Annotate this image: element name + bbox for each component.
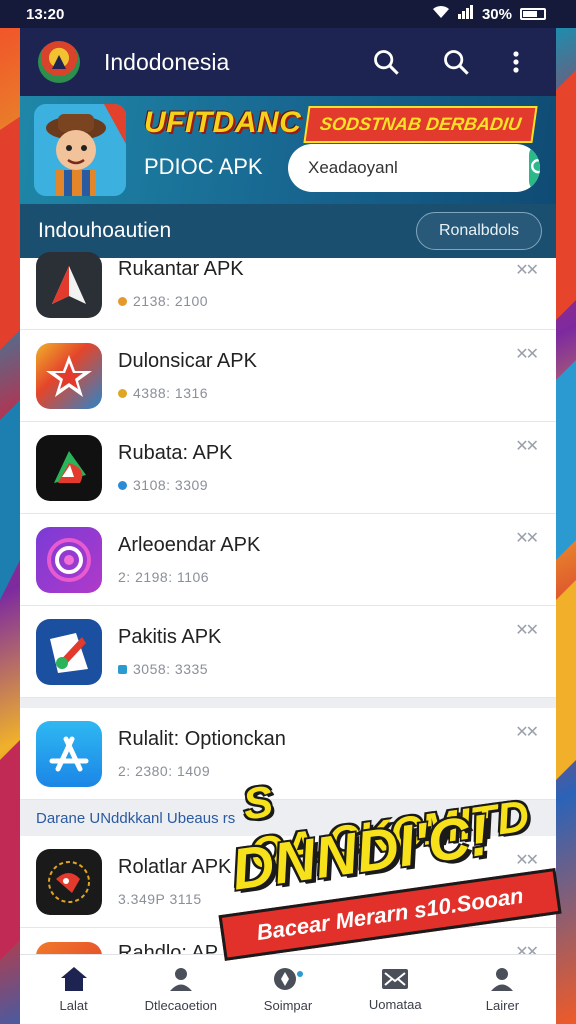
section-title: Indouhoautien [38,219,172,242]
banner-tag: SODSTNAB DERBADIU [303,106,538,143]
app-store-icon [36,720,102,787]
app-icon [36,526,102,593]
app-name: Dulonsicar APK [118,350,257,372]
status-time: 13:20 [26,5,65,23]
app-meta: 2: 2198: 1106 [118,569,210,585]
list-item[interactable]: Arleoendar APK 2: 2198: 1106 ✕✕ [20,514,556,606]
meta-dot [118,480,127,490]
wifi-icon [432,5,450,23]
meta-dot [118,388,127,398]
search-button[interactable] [529,144,540,192]
list-item[interactable]: Dulonsicar APK 4388: 1316 ✕✕ [20,330,556,422]
search-icon [531,159,540,174]
app-name: Pakitis APK [118,626,222,648]
banner-title: UFITDANC [144,106,302,139]
list-item[interactable]: Rukantar APK 2138: 2100 ✕✕ [20,252,556,330]
nav-label: Uomataa [368,997,422,1012]
app-icon [36,252,102,318]
dismiss-icon[interactable]: ✕✕ [515,528,539,548]
section-header: Indouhoautien Ronalbdols [20,204,556,258]
promo-banner[interactable]: UFITDANC SODSTNAB DERBADIU PDIOC APK [20,96,556,204]
person-icon [169,968,192,991]
list-item[interactable]: Rubata: APK 3108: 3309 ✕✕ [20,422,556,514]
app-meta: 2: 2380: 1409 [118,763,211,779]
app-logo-icon [38,41,80,83]
meta-dot [118,296,127,306]
app-icon [36,342,102,409]
nav-label: Lalat [59,998,88,1013]
mail-icon [382,969,409,989]
person-icon [491,968,514,991]
app-meta: 4388: 1316 [133,385,209,401]
app-icon [36,848,102,915]
battery-icon [520,8,546,20]
app-icon [36,434,102,501]
mascot-image [34,104,126,196]
signal-icon [457,5,474,23]
nav-label: Lairer [485,998,520,1013]
more-vert-icon[interactable] [494,40,538,84]
app-bar: Indodonesia [20,28,556,96]
banner-subtitle: PDIOC APK [144,154,263,179]
nav-item-5[interactable]: Lairer [449,955,556,1024]
section-action-button[interactable]: Ronalbdols [415,212,542,250]
dismiss-icon[interactable]: ✕✕ [515,260,539,280]
app-meta: 3058: 3335 [133,661,209,677]
app-meta: 2138: 2100 [133,293,209,309]
list-item[interactable]: Pakitis APK 3058: 3335 ✕✕ [20,606,556,698]
nav-label: Dtlecaoetion [144,998,217,1013]
dismiss-icon[interactable]: ✕✕ [515,436,539,456]
meta-dot [118,664,127,674]
nav-label: Soimpar [263,998,313,1013]
app-meta: 3108: 3309 [133,477,209,493]
dismiss-icon[interactable]: ✕✕ [515,620,539,640]
banner-search-input[interactable] [288,158,529,178]
app-meta: 3.349P 3115 [118,891,202,907]
status-bar: 13:20 30% [0,0,576,28]
home-icon [60,967,87,991]
nav-item-home[interactable]: Lalat [20,955,127,1024]
banner-search-bar [288,144,540,192]
app-name: Rukantar APK [118,258,244,280]
divider [20,698,556,708]
app-title: Indodonesia [104,48,230,75]
app-name: Rubata: APK [118,442,233,464]
nav-item-2[interactable]: Dtlecaoetion [127,955,234,1024]
app-icon [36,618,102,685]
app-name: Arleoendar APK [118,534,261,556]
search-icon[interactable] [364,40,408,84]
dismiss-icon[interactable]: ✕✕ [515,344,539,364]
battery-percent: 30% [481,5,512,23]
search-icon[interactable] [434,40,478,84]
